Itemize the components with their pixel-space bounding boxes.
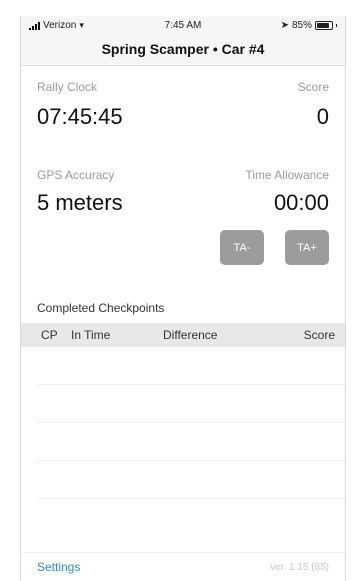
checkpoints-table-body[interactable]: [21, 347, 345, 499]
ta-plus-button[interactable]: TA+: [285, 230, 329, 265]
table-row: [37, 347, 345, 385]
rally-clock-label: Rally Clock: [37, 80, 98, 94]
status-right: ➤ 85%: [281, 20, 337, 31]
battery-icon: [315, 21, 333, 30]
gps-ta-labels: GPS Accuracy Time Allowance: [21, 168, 345, 182]
footer: Settings ver. 1.15 (85): [21, 552, 345, 581]
settings-link[interactable]: Settings: [37, 560, 80, 574]
ta-button-row: TA- TA+: [21, 230, 345, 265]
checkpoints-table-header: CP In Time Difference Score: [21, 323, 345, 347]
column-header-score: Score: [303, 328, 335, 342]
column-header-in-time: In Time: [71, 328, 111, 342]
nav-title: Spring Scamper • Car #4: [21, 34, 345, 66]
ta-minus-button[interactable]: TA-: [220, 230, 264, 265]
score-label: Score: [297, 80, 329, 94]
column-header-cp: CP: [41, 328, 58, 342]
column-header-difference: Difference: [163, 328, 218, 342]
phone-screen: Verizon ▾ 7:45 AM ➤ 85% Spring Scamper •…: [20, 16, 346, 581]
battery-cap: [336, 24, 337, 27]
table-row: [37, 385, 345, 423]
table-row: [37, 461, 345, 499]
gps-accuracy-label: GPS Accuracy: [37, 168, 115, 182]
status-bar: Verizon ▾ 7:45 AM ➤ 85%: [21, 16, 345, 34]
version-label: ver. 1.15 (85): [270, 561, 329, 573]
clock-score-values: 07:45:45 0: [21, 104, 345, 130]
gps-ta-values: 5 meters 00:00: [21, 190, 345, 216]
table-row: [37, 423, 345, 461]
gps-accuracy-value: 5 meters: [37, 190, 123, 215]
completed-checkpoints-heading: Completed Checkpoints: [37, 301, 165, 315]
clock-score-labels: Rally Clock Score: [21, 80, 345, 94]
time-allowance-value: 00:00: [273, 190, 329, 215]
time-allowance-label: Time Allowance: [245, 168, 329, 182]
location-arrow-icon: ➤: [280, 20, 289, 31]
rally-clock-value: 07:45:45: [37, 104, 123, 129]
score-value: 0: [316, 104, 329, 129]
battery-percent: 85%: [291, 20, 312, 31]
